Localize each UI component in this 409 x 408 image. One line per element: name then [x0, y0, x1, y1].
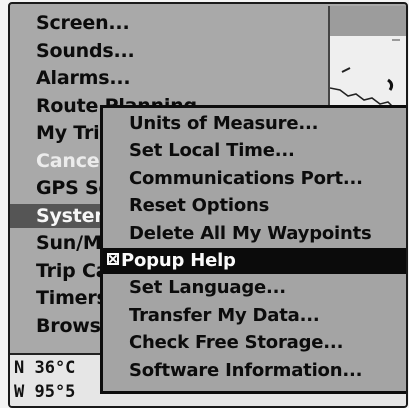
popup-menu-item[interactable]: Set Language... [103, 275, 406, 301]
popup-menu-item-label: Popup Help [121, 250, 236, 271]
gps-screen: Screen...Sounds...Alarms...Route Plannin… [8, 2, 408, 408]
main-menu-item[interactable]: Screen... [10, 11, 310, 35]
popup-menu-item-label: Delete All My Waypoints [129, 222, 372, 244]
popup-menu-item[interactable]: Reset Options [103, 193, 406, 219]
latitude-readout: N 36°C [14, 358, 76, 378]
popup-menu-item-label: Communications Port... [129, 167, 363, 189]
popup-menu-item-label: Transfer My Data... [129, 304, 320, 326]
popup-menu-item[interactable]: Communications Port... [103, 166, 406, 192]
popup-menu-item-label: Check Free Storage... [129, 332, 344, 354]
system-setup-popup: Units of Measure... Set Local Time... Comm… [100, 105, 406, 394]
popup-menu-item[interactable]: Software Information... [103, 358, 406, 384]
popup-menu-item[interactable]: Units of Measure... [103, 111, 406, 137]
main-menu-item[interactable]: Sounds... [10, 39, 310, 63]
popup-menu-item-label: Reset Options [129, 195, 270, 217]
popup-menu-item-label: Units of Measure... [129, 113, 319, 134]
popup-menu-item[interactable]: Popup Help [103, 248, 406, 274]
main-menu-item[interactable]: Alarms... [10, 66, 310, 90]
popup-menu-item[interactable]: Transfer My Data... [103, 303, 406, 329]
map-titlebar [330, 6, 406, 36]
longitude-readout: W 95°5 [14, 382, 76, 402]
popup-menu-item-label: Set Language... [129, 277, 286, 299]
checkbox-checked-icon[interactable] [107, 253, 119, 265]
popup-menu-item[interactable]: Delete All My Waypoints [103, 221, 406, 247]
popup-menu-item-label: Set Local Time... [129, 140, 295, 162]
popup-menu-item[interactable]: Set Local Time... [103, 138, 406, 164]
popup-menu-item-label: Software Information... [129, 359, 363, 381]
popup-menu-item[interactable]: Check Free Storage... [103, 330, 406, 356]
